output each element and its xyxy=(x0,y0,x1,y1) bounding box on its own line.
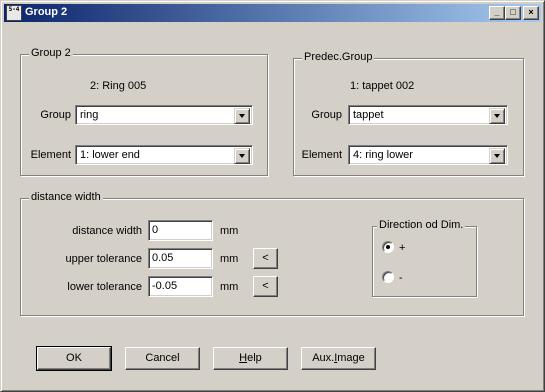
lower-tolerance-unit: mm xyxy=(220,281,239,293)
predec-title: Predec.Group xyxy=(302,51,375,63)
help-label: Help xyxy=(239,348,262,368)
cancel-button[interactable]: Cancel xyxy=(125,347,200,370)
group2-group-value: ring xyxy=(80,109,99,121)
direction-minus-radio[interactable] xyxy=(382,271,394,283)
direction-groupbox: Direction od Dim. xyxy=(372,219,477,297)
direction-plus-radio[interactable] xyxy=(382,241,394,253)
group2-subtitle: 2: Ring 005 xyxy=(90,80,147,92)
distance-width-unit: mm xyxy=(220,225,239,237)
upper-tolerance-unit: mm xyxy=(220,253,239,265)
aux-image-button[interactable]: Aux. Image xyxy=(301,347,376,370)
predec-element-label: Element xyxy=(301,149,342,161)
group2-group-dropdown-button[interactable] xyxy=(234,108,250,124)
group2-element-select[interactable]: 1: lower end xyxy=(75,145,253,165)
predec-group-label: Group xyxy=(311,109,342,121)
maximize-button[interactable]: □ xyxy=(505,6,521,20)
direction-title: Direction od Dim. xyxy=(377,219,466,231)
aux-image-label: Aux. Image xyxy=(312,348,365,368)
predec-group-dropdown-button[interactable] xyxy=(489,108,505,124)
ok-label: OK xyxy=(66,352,82,364)
aux-rest: mage xyxy=(337,352,365,364)
radio-selected-dot xyxy=(386,245,390,249)
chevron-down-icon xyxy=(239,154,245,158)
help-rest: elp xyxy=(247,352,262,364)
predec-group-value: tappet xyxy=(353,109,384,121)
chevron-down-icon xyxy=(494,114,500,118)
help-mnemonic: H xyxy=(239,352,248,364)
group2-element-dropdown-button[interactable] xyxy=(234,148,250,164)
chevron-down-icon xyxy=(494,154,500,158)
aux-prefix: Aux. xyxy=(312,352,335,364)
predec-element-dropdown-button[interactable] xyxy=(489,148,505,164)
minimize-icon: _ xyxy=(494,7,500,17)
close-button[interactable]: × xyxy=(523,6,539,20)
lower-tolerance-apply-label: < xyxy=(262,280,269,292)
group2-element-label: Element xyxy=(30,149,71,161)
window-title: Group 2 xyxy=(25,6,68,18)
close-icon: × xyxy=(528,7,534,17)
lower-tolerance-label: lower tolerance xyxy=(67,281,142,293)
distance-width-input[interactable]: 0 xyxy=(148,220,213,241)
predec-group-select[interactable]: tappet xyxy=(348,105,508,125)
distance-title: distance width xyxy=(29,191,103,203)
group2-group-select[interactable]: ring xyxy=(75,105,253,125)
upper-tolerance-label: upper tolerance xyxy=(65,253,142,265)
dialog-window: 5-4 Group 2 _ □ × Group 2 2: Ring 005 Gr… xyxy=(0,0,545,392)
cancel-label: Cancel xyxy=(145,352,180,364)
predec-subtitle: 1: tappet 002 xyxy=(350,80,415,92)
lower-tolerance-apply-button[interactable]: < xyxy=(253,276,278,297)
minimize-button[interactable]: _ xyxy=(489,6,505,20)
upper-tolerance-apply-label: < xyxy=(262,252,269,264)
title-bar[interactable]: 5-4 Group 2 _ □ × xyxy=(4,4,541,22)
predec-element-select[interactable]: 4: ring lower xyxy=(348,145,508,165)
upper-tolerance-input[interactable]: 0.05 xyxy=(148,248,213,269)
direction-plus-label: + xyxy=(399,242,406,254)
direction-minus-label: - xyxy=(399,272,403,284)
maximize-icon: □ xyxy=(510,7,516,17)
lower-tolerance-input[interactable]: -0.05 xyxy=(148,276,213,297)
chevron-down-icon xyxy=(239,114,245,118)
app-icon: 5-4 xyxy=(6,5,22,21)
upper-tolerance-apply-button[interactable]: < xyxy=(253,248,278,269)
group2-title: Group 2 xyxy=(29,47,73,59)
group2-element-value: 1: lower end xyxy=(80,149,140,161)
ok-button[interactable]: OK xyxy=(36,346,112,371)
predec-element-value: 4: ring lower xyxy=(353,149,413,161)
group2-group-label: Group xyxy=(40,109,71,121)
distance-width-label: distance width xyxy=(72,225,142,237)
help-button[interactable]: Help xyxy=(213,347,288,370)
